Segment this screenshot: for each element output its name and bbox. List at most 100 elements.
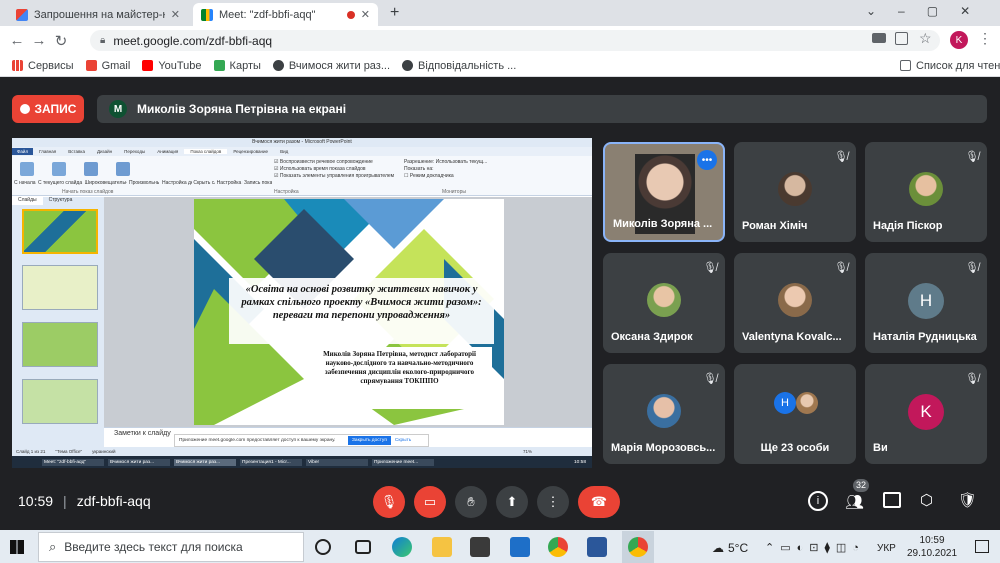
presenter-mode-check[interactable]: Режим докладчика	[410, 173, 454, 179]
avatar	[647, 283, 681, 317]
ppt-tab-file[interactable]: Файл	[12, 148, 34, 155]
taskbar-search-box[interactable]: ⌕ Введите здесь текст для поиска	[38, 532, 304, 562]
ppt-tab-active[interactable]: Показ слайдов	[184, 149, 228, 154]
task-view-icon[interactable]	[355, 540, 371, 554]
host-controls-icon[interactable]: 🛡︎	[958, 491, 977, 509]
camera-icon[interactable]	[872, 33, 886, 43]
participant-tile-self[interactable]: 🎙︎̸ K Ви	[865, 364, 987, 464]
participant-tile[interactable]: 🎙︎̸ Надія Піскор	[865, 142, 987, 242]
ppt-tab[interactable]: Дизайн	[91, 149, 118, 154]
weather-widget[interactable]: ☁︎ 5°C	[712, 541, 748, 555]
close-icon[interactable]: ✕	[361, 8, 370, 21]
ppt-tab[interactable]: Анимация	[151, 149, 184, 154]
activities-icon[interactable]: ⬡	[920, 491, 933, 509]
bookmark-vchymosia[interactable]: Вчимося жити раз...	[272, 60, 390, 72]
notifications-icon[interactable]	[975, 540, 989, 553]
ppt-btn-hide[interactable]: Скрыть слайд	[193, 180, 215, 186]
ppt-pane-tab[interactable]: Слайды	[12, 197, 43, 205]
recording-badge[interactable]: ЗАПИС	[12, 95, 84, 123]
chrome-icon[interactable]	[548, 537, 568, 557]
people-icon[interactable]: 👥︎	[845, 493, 864, 511]
bookmark-vidpovidalnist[interactable]: Відповідальність ...	[402, 60, 516, 72]
ppt-ribbon: С начала С текущего слайда Широковещател…	[12, 156, 592, 196]
slide-thumbnail[interactable]	[22, 209, 98, 254]
slide-thumbnail[interactable]	[22, 265, 98, 310]
bookmark-star-icon[interactable]: ☆	[919, 30, 932, 47]
participant-tile[interactable]: 🎙︎̸ Оксана Здирок	[603, 253, 725, 353]
profile-avatar[interactable]: K	[950, 31, 968, 49]
participant-tile-group[interactable]: Н Ще 23 особи	[734, 364, 856, 464]
ppt-check[interactable]: ☑ Показать элементы управления проигрыва…	[274, 173, 399, 180]
menu-icon[interactable]: ⋮	[978, 30, 992, 47]
back-icon[interactable]: ←	[6, 32, 28, 49]
apps-grid-icon	[12, 60, 23, 71]
ppt-btn-record[interactable]: Запись показа слайдов	[244, 180, 272, 186]
new-tab-button[interactable]: +	[390, 4, 399, 22]
taskbar-active-app[interactable]	[622, 531, 654, 563]
participant-tile[interactable]: 🎙︎̸ Марія Морозовсь...	[603, 364, 725, 464]
participant-tile[interactable]: 🎙︎̸ Valentyna Kovalc...	[734, 253, 856, 353]
hide-notice-button[interactable]: Скрыть	[395, 438, 411, 443]
more-options-button[interactable]: ⋮	[537, 486, 569, 518]
tab-gmail[interactable]: Запрошення на майстер-клас «Осв ✕	[8, 3, 188, 26]
slide-thumbnail[interactable]	[22, 322, 98, 367]
search-icon: ⌕	[49, 539, 57, 554]
ppt-check[interactable]: ☑ Использовать время показа слайдов	[274, 166, 399, 173]
tray-icons[interactable]: ⌃▭◐⊡⧫◫◔	[765, 541, 865, 554]
tab-meet[interactable]: Meet: "zdf-bbfi-aqq" ✕	[193, 3, 378, 26]
ppt-pane-tab[interactable]: Структура	[43, 197, 79, 205]
mic-toggle-button[interactable]: 🎙︎	[373, 486, 405, 518]
cortana-icon[interactable]	[315, 539, 331, 555]
forward-icon[interactable]: →	[28, 32, 50, 49]
slide-thumbnail[interactable]	[22, 379, 98, 424]
bookmark-label: Відповідальність ...	[418, 59, 517, 72]
resolution-select[interactable]: Использовать текущ...	[436, 159, 488, 165]
ppt-tab[interactable]: Рецензирование	[227, 149, 274, 154]
bookmark-gmail[interactable]: Gmail	[85, 60, 130, 72]
present-button[interactable]: ⬆	[496, 486, 528, 518]
url-field[interactable]: 🔒︎ meet.google.com/zdf-bbfi-aqq	[90, 30, 940, 51]
raise-hand-button[interactable]: ✋︎	[455, 486, 487, 518]
bookmark-youtube[interactable]: YouTube	[142, 60, 202, 72]
ppt-btn-broadcast[interactable]: Широковещательный показ слайдов	[85, 180, 127, 186]
close-icon[interactable]: ✕	[171, 8, 180, 21]
ppt-btn-timing[interactable]: Настройка времени	[217, 180, 243, 186]
bookmark-apps[interactable]: Сервисы	[12, 60, 74, 72]
windows-start-icon[interactable]	[10, 540, 24, 554]
store-icon[interactable]	[470, 537, 490, 557]
reading-list[interactable]: Список для чтения	[900, 60, 1000, 72]
custom-show-icon	[116, 162, 130, 176]
gmail-icon	[16, 8, 28, 21]
ppt-btn-from-start[interactable]: С начала	[14, 180, 36, 186]
system-clock[interactable]: 10:59 29.10.2021	[907, 534, 957, 560]
participant-name: Марія Морозовсь...	[611, 442, 716, 454]
window-controls[interactable]: ⌄–▢✕	[866, 4, 992, 18]
word-icon[interactable]	[587, 537, 607, 557]
ppt-tab[interactable]: Вставка	[62, 149, 91, 154]
chat-icon[interactable]	[883, 492, 901, 508]
more-options-icon[interactable]: •••	[697, 150, 717, 170]
participant-tile[interactable]: ••• Миколів Зоряна ...	[603, 142, 725, 242]
address-bar: ← → ↻ 🔒︎ meet.google.com/zdf-bbfi-aqq ☆ …	[0, 26, 1000, 55]
camera-toggle-button[interactable]: ▭	[414, 486, 446, 518]
participant-tile[interactable]: 🎙︎̸ Н Наталія Рудницька	[865, 253, 987, 353]
bookmark-maps[interactable]: Карты	[213, 60, 261, 72]
translate-icon[interactable]	[895, 32, 908, 45]
reload-icon[interactable]: ↻	[50, 32, 72, 50]
ppt-status-bar: Слайд 1 из 21 "Тема Office" украинский 7…	[12, 447, 592, 456]
ppt-check[interactable]: ☑ Воспроизвести речевое сопровождение	[274, 159, 399, 166]
ppt-tab[interactable]: Вид	[274, 149, 294, 154]
participant-tile[interactable]: 🎙︎̸ Роман Хіміч	[734, 142, 856, 242]
ppt-tab[interactable]: Главная	[33, 149, 62, 154]
stop-sharing-button[interactable]: Закрыть доступ	[348, 436, 391, 445]
ppt-btn-custom[interactable]: Произвольный показ	[129, 180, 159, 186]
input-language[interactable]: УКР	[877, 543, 896, 554]
info-icon[interactable]: i	[808, 491, 828, 511]
ppt-btn-current[interactable]: С текущего слайда	[38, 180, 82, 186]
mail-icon[interactable]	[510, 537, 530, 557]
file-explorer-icon[interactable]	[432, 537, 452, 557]
leave-call-button[interactable]: ☎︎	[578, 486, 620, 518]
edge-icon[interactable]	[392, 537, 412, 557]
ppt-tab[interactable]: Переходы	[118, 149, 151, 154]
ppt-btn-setup[interactable]: Настройка демонстрации	[162, 180, 192, 186]
